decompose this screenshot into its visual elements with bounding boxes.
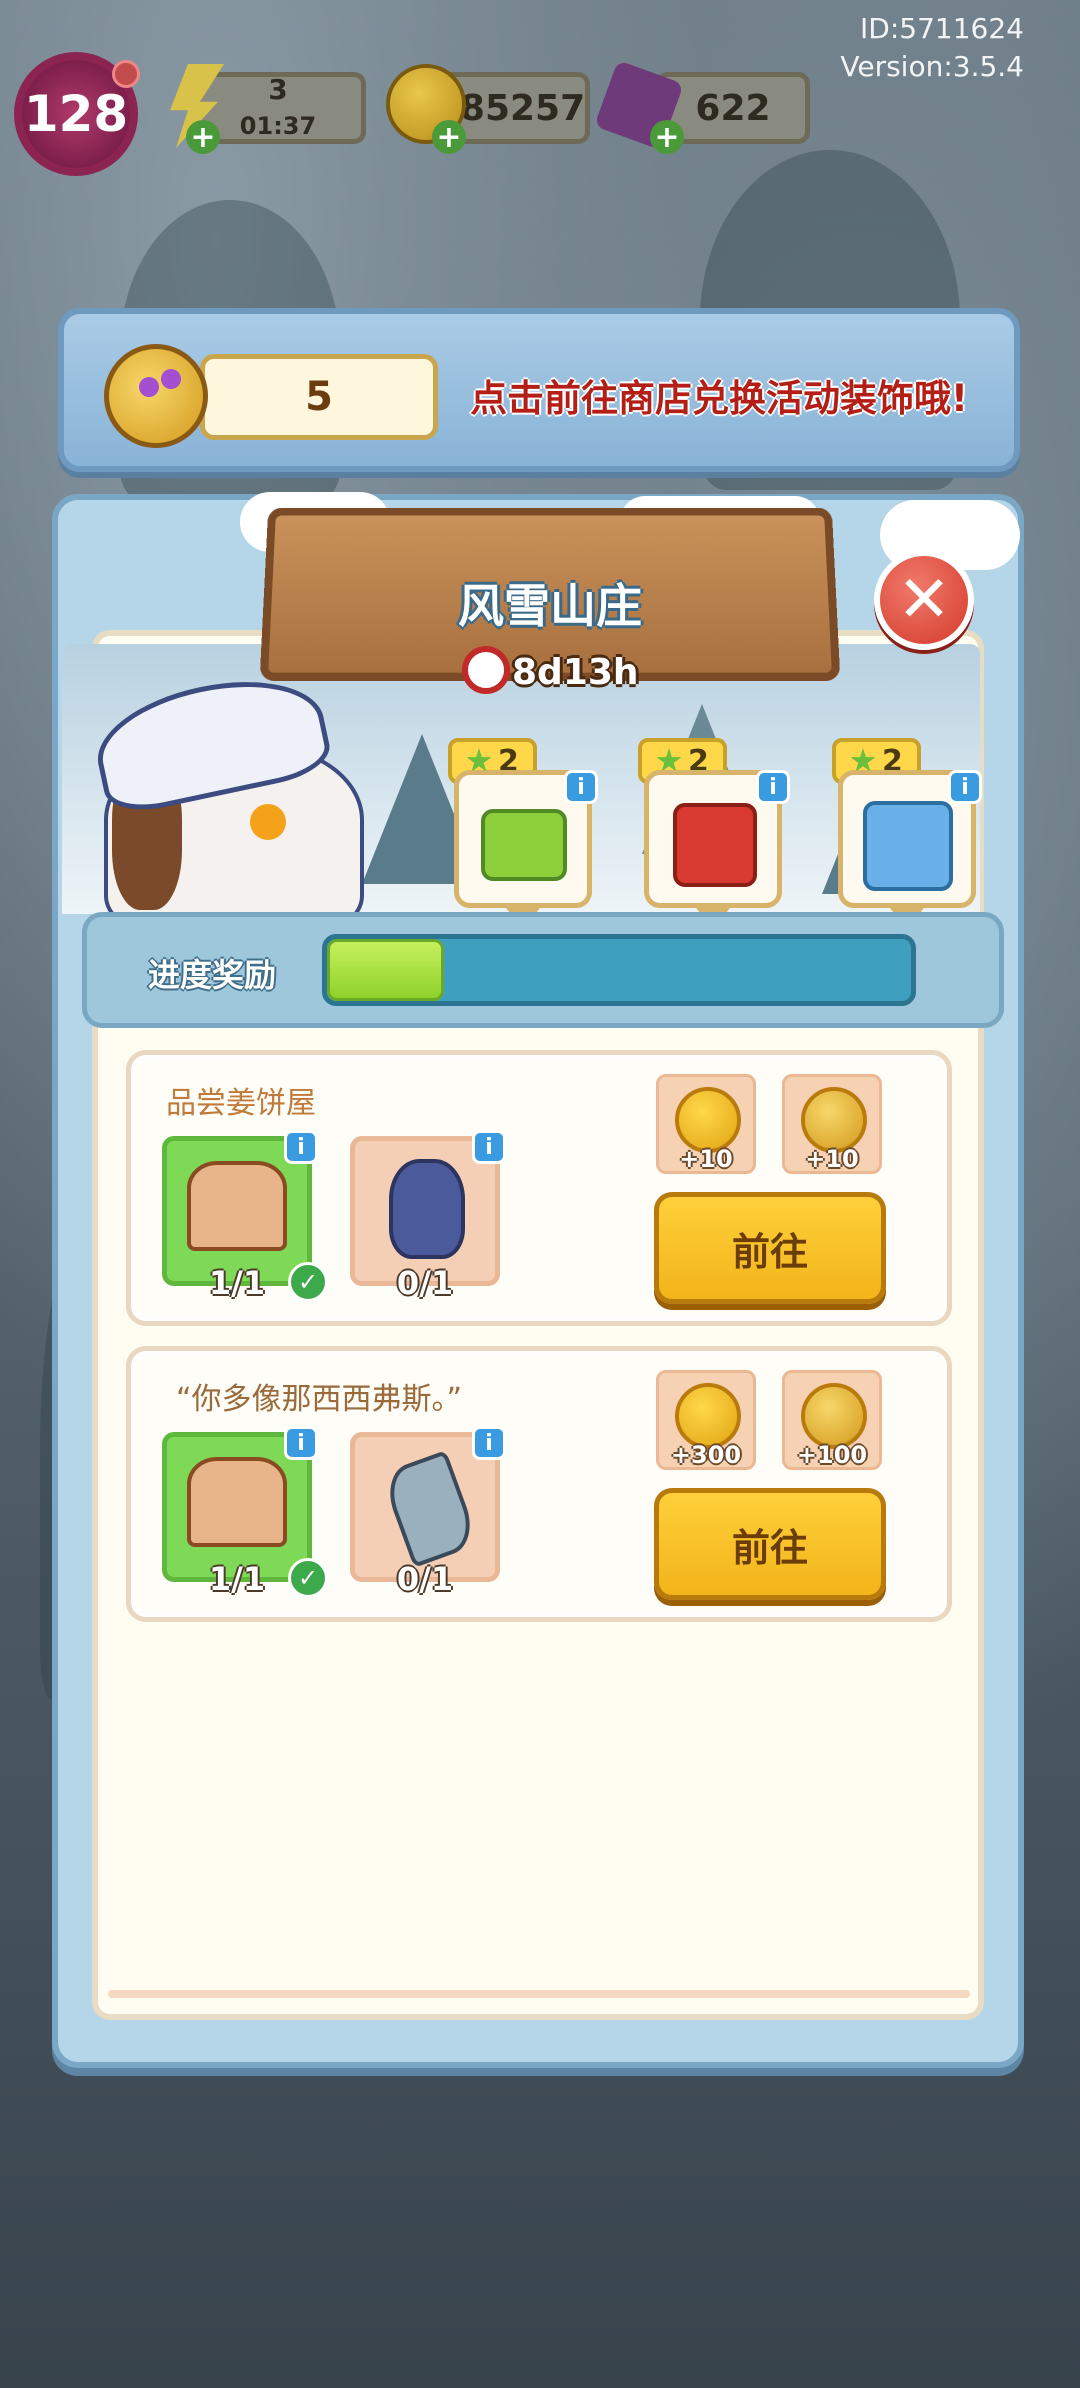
task-reward: +300 [656,1370,756,1470]
energy-value: 3 [268,72,287,108]
energy-timer: 01:37 [240,108,316,144]
info-button[interactable]: i [564,770,598,804]
info-button[interactable]: i [284,1130,318,1164]
version-label: Version:3.5.4 [840,48,1024,86]
axe-icon [380,1450,480,1568]
gingerbread-house-icon [187,1161,287,1251]
character-beak [250,804,286,840]
info-button[interactable]: i [472,1426,506,1460]
progress-track [322,934,916,1006]
info-button[interactable]: i [948,770,982,804]
key-icon [801,1087,867,1153]
close-button[interactable]: ✕ [874,550,974,650]
task-reward: +10 [782,1074,882,1174]
task-title: 品尝姜饼屋 [166,1078,316,1122]
progress-label: 进度奖励 [148,950,276,996]
banner-message: 点击前往商店兑换活动装饰哦! [424,368,1014,422]
coin-icon [675,1087,741,1153]
info-button[interactable]: i [472,1130,506,1164]
add-coins-button[interactable]: + [432,120,466,154]
task-item-count: 0/1 [350,1264,500,1302]
gingerbread-house-icon [187,1457,287,1547]
event-key-icon [104,344,208,448]
info-button[interactable]: i [756,770,790,804]
add-gems-button[interactable]: + [650,120,684,154]
task-item-count: 0/1 [350,1560,500,1598]
blue-gift-icon [863,801,953,891]
coin-icon [675,1383,741,1449]
info-button[interactable]: i [284,1426,318,1460]
reward-amount: +10 [785,1145,879,1173]
reward-amount: +100 [785,1441,879,1469]
castle-snowglobe-icon [389,1159,465,1259]
add-energy-button[interactable]: + [186,120,220,154]
reward-amount: +10 [659,1145,753,1173]
task-reward: +10 [656,1074,756,1174]
key-count: 5 [200,354,438,440]
go-button[interactable]: 前往 [654,1192,886,1304]
shop-hint-banner[interactable]: 5 点击前往商店兑换活动装饰哦! [58,308,1020,472]
scroll-end-divider [108,1990,970,1998]
event-time-left: 8d13h [512,652,639,693]
green-gift-icon [481,809,567,881]
build-info: ID:5711624 Version:3.5.4 [840,10,1024,86]
red-gift-icon [673,803,757,887]
checkmark-icon: ✓ [288,1558,328,1598]
reward-amount: +300 [659,1441,753,1469]
go-button[interactable]: 前往 [654,1488,886,1600]
notification-dot [112,60,140,88]
clock-icon [462,646,510,694]
task-title: “你多像那西西弗斯。” [176,1374,462,1418]
event-title: 风雪山庄 [264,570,836,636]
task-reward: +100 [782,1370,882,1470]
key-icon [801,1383,867,1449]
progress-fill [327,939,444,1001]
player-id: ID:5711624 [840,10,1024,48]
checkmark-icon: ✓ [288,1262,328,1302]
